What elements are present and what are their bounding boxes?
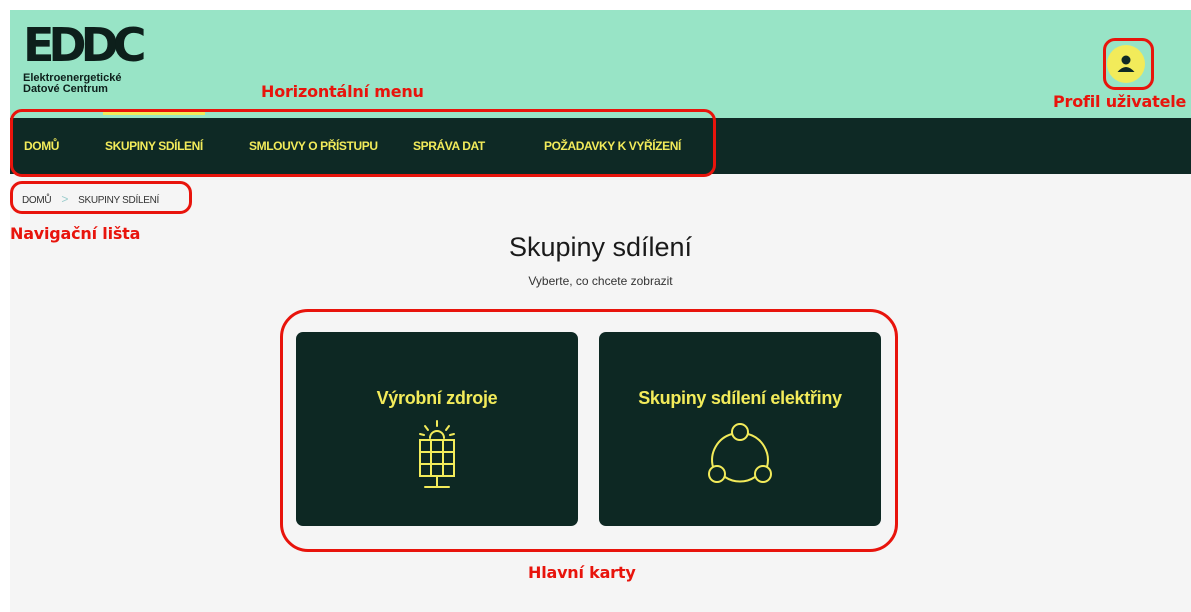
annotation-box-profile bbox=[1103, 38, 1154, 90]
page-subtitle: Vyberte, co chcete zobrazit bbox=[528, 274, 673, 288]
annotation-label-menu: Horizontální menu bbox=[261, 82, 424, 101]
logo-text-line-2: Datové Centrum bbox=[23, 83, 108, 95]
header: EDDC Elektroenergetické Datové Centrum bbox=[10, 10, 1191, 118]
annotation-box-menu bbox=[10, 109, 716, 177]
annotation-box-cards bbox=[280, 309, 898, 552]
logo-mark: EDDC bbox=[23, 18, 147, 72]
page-title: Skupiny sdílení bbox=[508, 232, 693, 262]
annotation-label-cards: Hlavní karty bbox=[528, 563, 636, 582]
annotation-label-breadcrumb: Navigační lišta bbox=[10, 224, 141, 243]
app-page: EDDC Elektroenergetické Datové Centrum D… bbox=[10, 10, 1191, 612]
annotation-label-profile: Profil uživatele bbox=[1053, 92, 1187, 111]
annotation-box-breadcrumb bbox=[10, 181, 192, 214]
logo[interactable]: EDDC Elektroenergetické Datové Centrum bbox=[23, 18, 147, 95]
